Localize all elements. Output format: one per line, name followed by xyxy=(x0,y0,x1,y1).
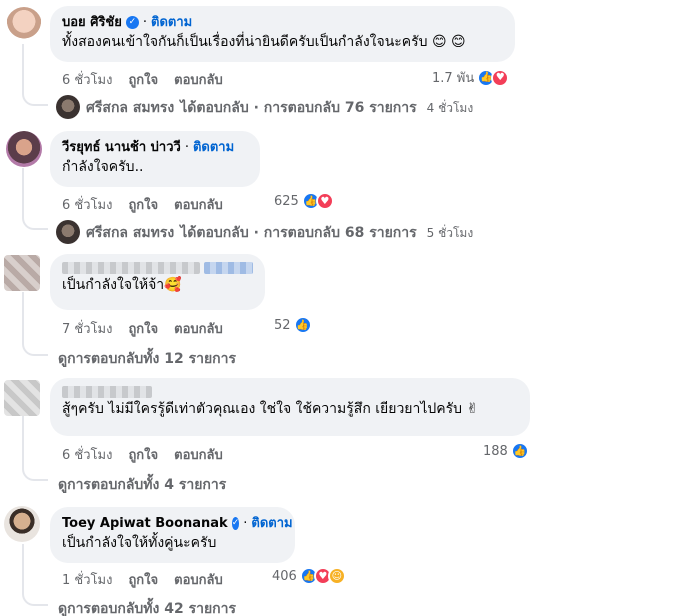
care-reaction-icon: ☺ xyxy=(327,567,346,585)
reaction-count: 1.7 พัน xyxy=(432,71,475,86)
reaction-count: 188 xyxy=(483,443,508,459)
comment-text: สู้ๆครับ ไม่มีใครรู้ดีเท่าตัวคุณเอง ใช่ใ… xyxy=(62,401,479,417)
commenter-name[interactable]: Toey Apiwat Boonanak xyxy=(62,515,228,532)
thread-curve xyxy=(22,340,48,356)
avatar[interactable] xyxy=(4,255,40,291)
reaction-summary[interactable]: 52 👍 xyxy=(274,316,312,334)
avatar[interactable] xyxy=(6,131,42,167)
comment-time[interactable]: 1 ชั่วโมง xyxy=(62,569,112,590)
follow-button[interactable]: ติดตาม xyxy=(151,14,192,31)
reply-button[interactable]: ตอบกลับ xyxy=(174,69,223,90)
avatar[interactable] xyxy=(6,7,42,43)
reaction-summary[interactable]: 1.7 พัน 👍 ♥ xyxy=(432,67,510,88)
comment-actions: 6 ชั่วโมง ถูกใจ ตอบกลับ xyxy=(62,444,223,465)
reply-button[interactable]: ตอบกลับ xyxy=(174,444,223,465)
comment-bubble: สู้ๆครับ ไม่มีใครรู้ดีเท่าตัวคุณเอง ใช่ใ… xyxy=(50,378,530,436)
reply-button[interactable]: ตอบกลับ xyxy=(174,194,223,215)
commenter-name[interactable]: วีรยุทธ์ นานช้า บ่าววี xyxy=(62,139,181,156)
thread-curve xyxy=(22,214,48,230)
reaction-count: 406 xyxy=(272,568,297,584)
like-reaction-icon: 👍 xyxy=(510,442,529,460)
blurred-name xyxy=(62,386,152,398)
comment-time[interactable]: 7 ชั่วโมง xyxy=(62,318,112,339)
view-replies-link[interactable]: ดูการตอบกลับทั้ง 12 รายการ xyxy=(58,348,236,370)
reply-summary-text: ได้ตอบกลับ · การตอบกลับ 76 รายการ xyxy=(180,100,417,116)
reply-avatar xyxy=(56,220,80,244)
comment-bubble: บอย ศิริชัย ✓ · ติดตาม ทั้งสองคนเข้าใจกั… xyxy=(50,6,515,62)
comment-text: เป็นกำลังใจให้จ้า🥰 xyxy=(62,277,182,293)
like-reaction-icon: 👍 xyxy=(293,316,312,334)
avatar[interactable] xyxy=(4,380,40,416)
comment-actions: 7 ชั่วโมง ถูกใจ ตอบกลับ xyxy=(62,318,223,339)
thread-curve xyxy=(22,590,48,606)
comment-text: กำลังใจครับ.. xyxy=(62,159,144,175)
thread-line xyxy=(22,292,24,342)
blurred-follow xyxy=(203,262,253,274)
reaction-summary[interactable]: 406 👍 ♥ ☺ xyxy=(272,567,346,585)
thread-line xyxy=(22,544,24,594)
comment-time[interactable]: 6 ชั่วโมง xyxy=(62,444,112,465)
reply-avatar xyxy=(56,95,80,119)
verified-badge-icon: ✓ xyxy=(125,16,139,29)
reply-summary[interactable]: ศรีสกล สมทรง ได้ตอบกลับ · การตอบกลับ 68 … xyxy=(86,222,473,244)
comment-actions: 6 ชั่วโมง ถูกใจ ตอบกลับ xyxy=(62,194,223,215)
view-replies-link[interactable]: ดูการตอบกลับทั้ง 4 รายการ xyxy=(58,474,226,496)
thread-line xyxy=(22,44,24,94)
reaction-summary[interactable]: 625 👍 ♥ xyxy=(274,192,334,210)
reply-summary[interactable]: ศรีสกล สมทรง ได้ตอบกลับ · การตอบกลับ 76 … xyxy=(86,97,473,119)
reaction-summary[interactable]: 188 👍 xyxy=(483,442,529,460)
verified-badge-icon: ✓ xyxy=(231,517,240,530)
reply-summary-text: ได้ตอบกลับ · การตอบกลับ 68 รายการ xyxy=(180,225,417,241)
reply-time: 5 ชั่วโมง xyxy=(426,225,474,240)
reaction-count: 625 xyxy=(274,193,299,209)
view-replies-link[interactable]: ดูการตอบกลับทั้ง 42 รายการ xyxy=(58,598,236,616)
reply-button[interactable]: ตอบกลับ xyxy=(174,318,223,339)
comment-text: เป็นกำลังใจให้ทั้งคู่นะครับ xyxy=(62,535,217,551)
commenter-name[interactable]: บอย ศิริชัย xyxy=(62,14,122,31)
reply-time: 4 ชั่วโมง xyxy=(426,100,474,115)
thread-line xyxy=(22,168,24,218)
like-button[interactable]: ถูกใจ xyxy=(128,69,158,90)
reply-button[interactable]: ตอบกลับ xyxy=(174,569,223,590)
comment-actions: 6 ชั่วโมง ถูกใจ ตอบกลับ xyxy=(62,69,223,90)
follow-button[interactable]: ติดตาม xyxy=(251,515,292,532)
comment-bubble: วีรยุทธ์ นานช้า บ่าววี · ติดตาม กำลังใจค… xyxy=(50,131,260,187)
reply-author: ศรีสกล สมทรง xyxy=(86,225,175,241)
reply-author: ศรีสกล สมทรง xyxy=(86,100,175,116)
like-button[interactable]: ถูกใจ xyxy=(128,444,158,465)
comment-text: ทั้งสองคนเข้าใจกันก็เป็นเรื่องที่น่ายินด… xyxy=(62,34,466,50)
comment-time[interactable]: 6 ชั่วโมง xyxy=(62,69,112,90)
thread-curve xyxy=(22,90,48,106)
thread-curve xyxy=(22,465,48,481)
comment-time[interactable]: 6 ชั่วโมง xyxy=(62,194,112,215)
like-button[interactable]: ถูกใจ xyxy=(128,569,158,590)
reaction-count: 52 xyxy=(274,317,291,333)
comment-actions: 1 ชั่วโมง ถูกใจ ตอบกลับ xyxy=(62,569,223,590)
love-reaction-icon: ♥ xyxy=(315,192,334,210)
thread-line xyxy=(22,414,24,466)
comment-bubble: Toey Apiwat Boonanak ✓ · ติดตาม เป็นกำลั… xyxy=(50,507,295,563)
avatar[interactable] xyxy=(4,506,40,542)
like-button[interactable]: ถูกใจ xyxy=(128,318,158,339)
follow-button[interactable]: ติดตาม xyxy=(193,139,234,156)
love-reaction-icon: ♥ xyxy=(491,68,510,87)
like-button[interactable]: ถูกใจ xyxy=(128,194,158,215)
blurred-name xyxy=(62,262,200,274)
comment-bubble: เป็นกำลังใจให้จ้า🥰 xyxy=(50,254,265,310)
